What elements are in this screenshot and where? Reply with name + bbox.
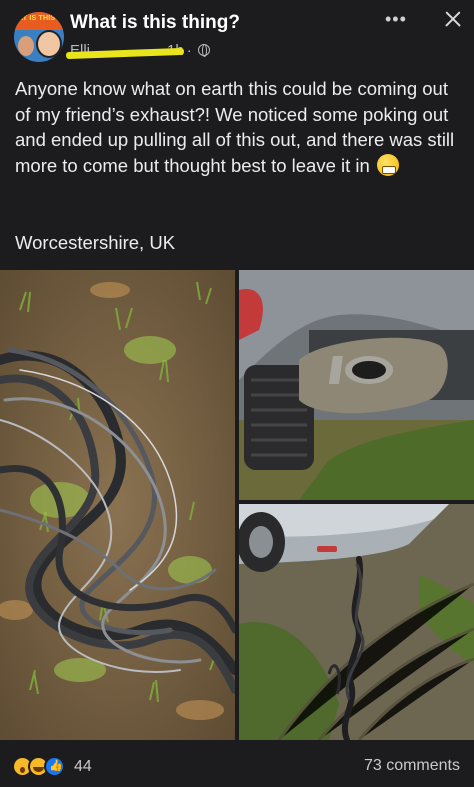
author-name[interactable]: Elli [65, 42, 185, 59]
separator-dot-2: · [186, 41, 192, 59]
close-icon[interactable] [438, 4, 468, 34]
photo-hair-pile[interactable] [0, 270, 235, 740]
reaction-count: 44 [74, 757, 92, 775]
hair-trail-illustration [239, 504, 474, 740]
avatar-face-primary [36, 30, 62, 58]
comments-count[interactable]: 73 comments [364, 757, 460, 775]
globe-icon [197, 44, 210, 57]
group-title[interactable]: What is this thing? [70, 12, 240, 34]
group-avatar[interactable]: AT IS THIS T [14, 12, 64, 62]
avatar-badge-text: AT IS THIS T [18, 15, 62, 22]
reactions-summary[interactable]: 44 [12, 756, 92, 777]
exhaust-pipe-illustration [239, 270, 474, 500]
post-footer: 44 73 comments [0, 748, 474, 787]
author-line: Elli · 1h · [65, 40, 210, 60]
avatar-face-secondary [18, 36, 34, 56]
hair-pile-illustration [0, 270, 235, 740]
photo-exhaust-pipe[interactable] [239, 270, 474, 500]
post-location: Worcestershire, UK [15, 232, 176, 253]
grimacing-face-icon [376, 153, 399, 176]
photo-hair-trail[interactable] [239, 504, 474, 740]
post-header: AT IS THIS T What is this thing? Elli · … [0, 0, 474, 66]
post-body: Anyone know what on earth this could be … [15, 76, 465, 178]
avatar-banner: AT IS THIS T [14, 12, 64, 30]
more-dots-icon[interactable]: ••• [385, 10, 407, 28]
like-reaction-icon [44, 756, 65, 777]
